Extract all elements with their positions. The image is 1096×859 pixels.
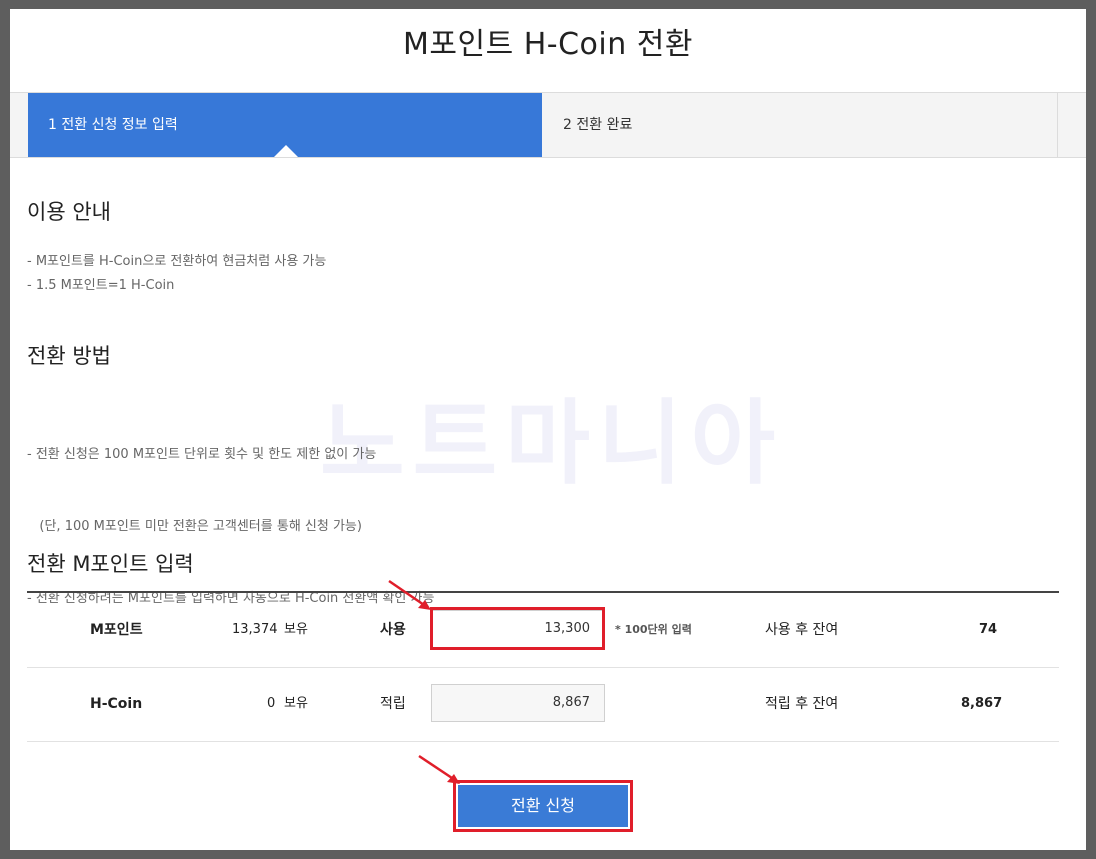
remain-after-accrue-value: 8,867 (961, 696, 1003, 711)
page-title: M포인트 H-Coin 전환 (403, 27, 693, 62)
mpoint-label: M포인트 (90, 622, 143, 638)
hcoin-held-label: 보유 (284, 696, 308, 711)
active-step-pointer (274, 145, 298, 157)
arrow-to-input-icon (388, 579, 431, 610)
unit-note: * 100단위 입력 (615, 623, 692, 636)
mpoint-held-amount: 13,374 (232, 622, 278, 637)
input-section-heading: 전환 M포인트 입력 (27, 552, 194, 576)
method-line: (단, 100 M포인트 미만 전환은 고객센터를 통해 신청 가능) (27, 519, 362, 534)
hcoin-row: H-Coin 0 보유 적립 8,867 적립 후 잔여 8,867 (27, 667, 1059, 742)
step-2-complete[interactable]: 2 전환 완료 (542, 93, 1058, 157)
mpoint-held-label: 보유 (284, 622, 308, 637)
step-indicator: 1 전환 신청 정보 입력 2 전환 완료 (10, 92, 1086, 158)
input-highlight-box (430, 607, 605, 650)
guide-line: - M포인트를 H-Coin으로 전환하여 현금처럼 사용 가능 (27, 254, 327, 269)
usage-guide-heading: 이용 안내 (27, 200, 111, 224)
remain-after-accrue-label: 적립 후 잔여 (765, 696, 839, 712)
conversion-method-heading: 전환 방법 (27, 344, 111, 368)
usage-guide-list: - M포인트를 H-Coin으로 전환하여 현금처럼 사용 가능 - 1.5 M… (27, 250, 326, 298)
hcoin-held-amount: 0 (267, 696, 276, 711)
remain-after-use-label: 사용 후 잔여 (765, 622, 839, 638)
window-frame: M포인트 H-Coin 전환 1 전환 신청 정보 입력 2 전환 완료 노트마… (10, 9, 1086, 850)
arrow-to-button-icon (418, 754, 460, 784)
hcoin-accrue-value: 8,867 (431, 684, 605, 722)
guide-line: - 1.5 M포인트=1 H-Coin (27, 278, 175, 293)
method-line: - 전환 신청은 100 M포인트 단위로 횟수 및 한도 제한 없이 가능 (27, 447, 377, 462)
convert-submit-button[interactable]: 전환 신청 (458, 785, 628, 827)
remain-after-use-value: 74 (979, 622, 998, 637)
hcoin-label: H-Coin (90, 696, 143, 712)
accrue-label: 적립 (380, 696, 406, 712)
